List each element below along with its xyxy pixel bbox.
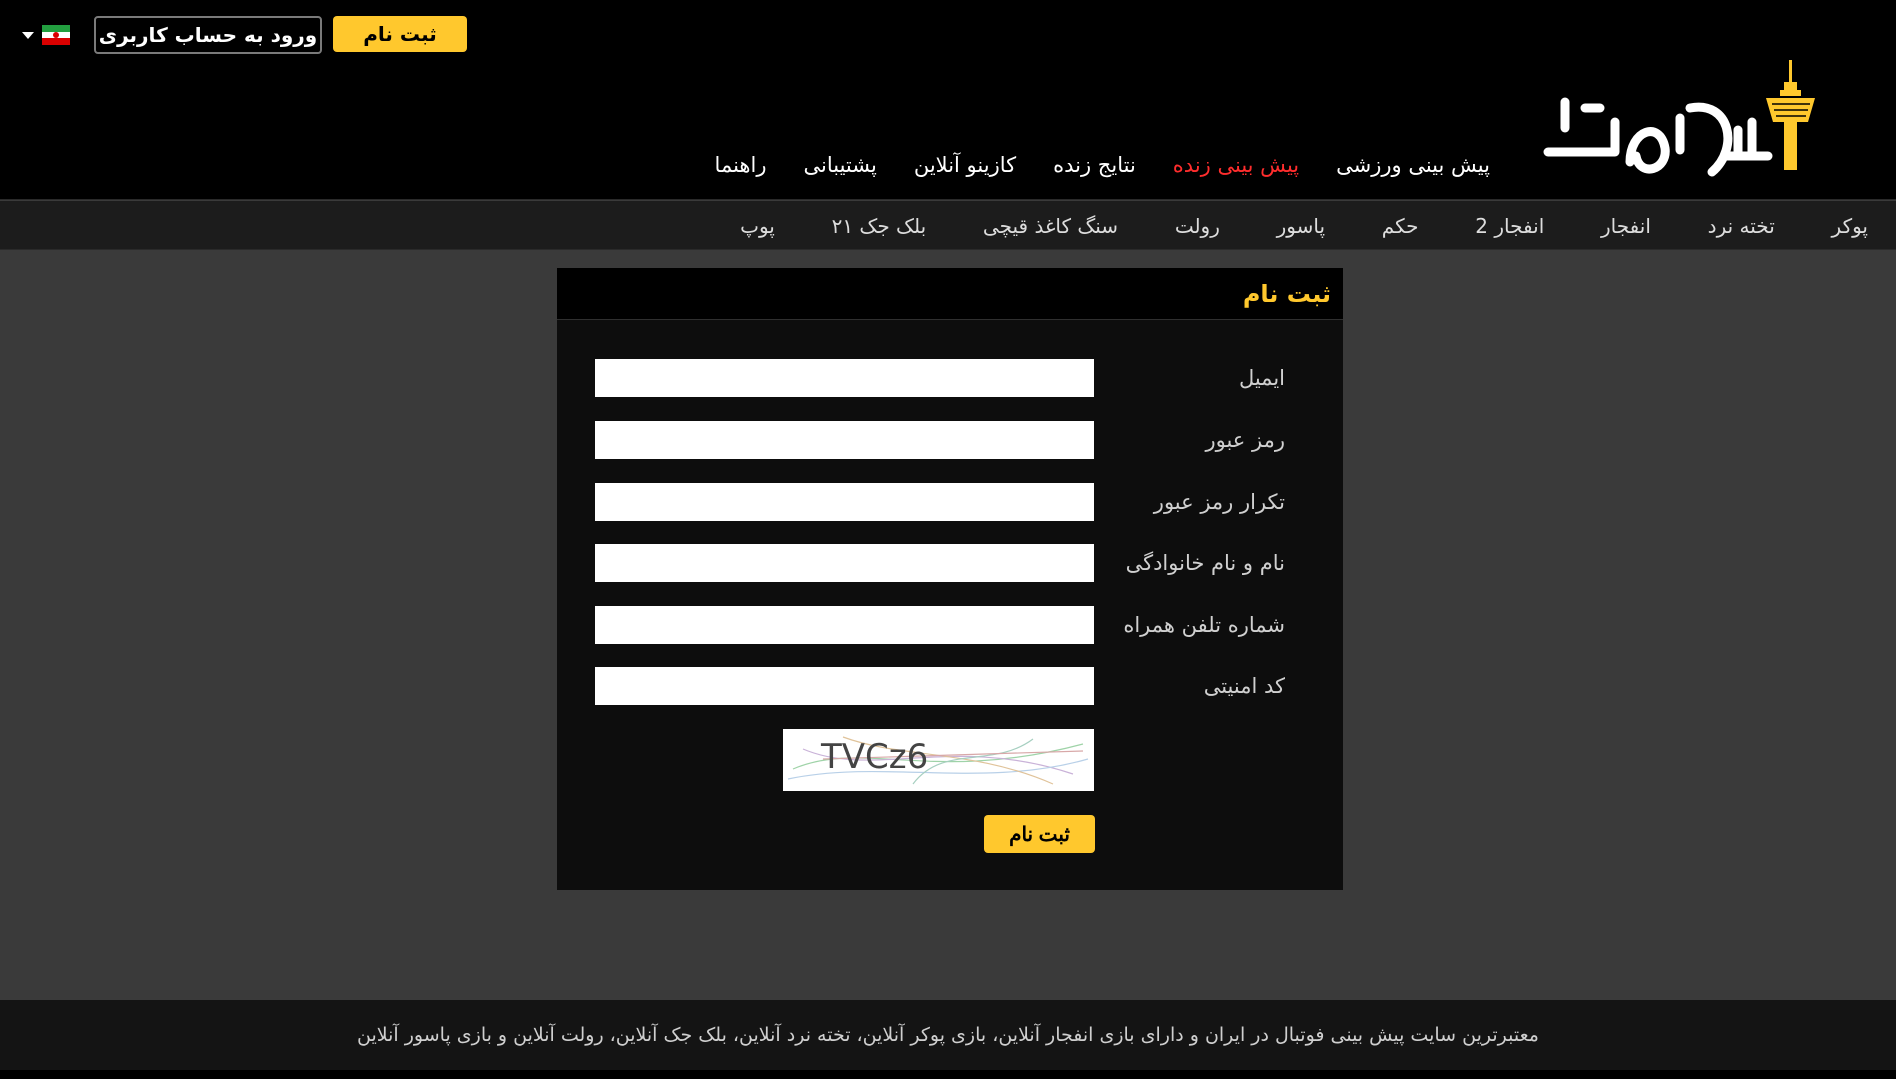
nav-online-casino[interactable]: کازینو آنلاین (914, 153, 1016, 177)
site-header: ورود به حساب کاربری ثبت نام پیش بینی ورز… (0, 0, 1896, 200)
games-nav-item-rock-paper-scissors[interactable]: سنگ کاغذ قیچی (983, 214, 1118, 238)
phone-field[interactable] (595, 606, 1094, 644)
confirm-password-label: تکرار رمز عبور (1153, 490, 1285, 514)
bottom-strip (0, 1070, 1896, 1079)
email-label: ایمیل (1238, 366, 1285, 390)
password-field[interactable] (595, 421, 1094, 459)
panel-title: ثبت نام (1242, 279, 1331, 308)
captcha-image[interactable]: TVCz6 (783, 729, 1094, 791)
fullname-field[interactable] (595, 544, 1094, 582)
confirm-password-row: تکرار رمز عبور (595, 483, 1285, 521)
games-nav-item-crash[interactable]: انفجار (1601, 214, 1651, 238)
games-nav-item-blackjack[interactable]: بلک جک ۲۱ (832, 214, 927, 238)
iran-flag-icon (42, 25, 70, 46)
nav-sports-prediction[interactable]: پیش بینی ورزشی (1336, 153, 1490, 177)
games-nav-item-roulette[interactable]: رولت (1175, 214, 1220, 238)
main-nav: پیش بینی ورزشی پیش بینی زنده نتایج زنده … (715, 147, 1490, 183)
password-label: رمز عبور (1205, 428, 1285, 452)
register-button[interactable]: ثبت نام (333, 16, 467, 52)
nav-live-results[interactable]: نتایج زنده (1053, 153, 1136, 177)
logo-graphic (1543, 60, 1815, 177)
games-nav-item-pasur[interactable]: پاسور (1277, 214, 1325, 238)
site-footer: معتبرترین سایت پیش بینی فوتبال در ایران … (0, 1000, 1896, 1070)
email-field[interactable] (595, 359, 1094, 397)
phone-row: شماره تلفن همراه (595, 606, 1285, 644)
language-selector[interactable] (22, 24, 78, 46)
nav-guide[interactable]: راهنما (715, 153, 767, 177)
fullname-label: نام و نام خانوادگی (1125, 551, 1285, 575)
register-panel: ثبت نام ایمیل رمز عبور تکرار رمز عبور نا… (557, 268, 1343, 890)
games-nav-item-backgammon[interactable]: تخته نرد (1708, 214, 1775, 238)
fullname-row: نام و نام خانوادگی (595, 544, 1285, 582)
email-row: ایمیل (595, 359, 1285, 397)
captcha-graphic: TVCz6 (787, 736, 1089, 785)
games-nav-item-pop[interactable]: پوپ (740, 214, 775, 238)
panel-header: ثبت نام (557, 268, 1343, 320)
games-nav: پوکر تخته نرد انفجار انفجار 2 حکم پاسور … (0, 201, 1896, 250)
security-code-row: کد امنیتی (595, 667, 1285, 705)
phone-label: شماره تلفن همراه (1123, 613, 1285, 637)
captcha-text: TVCz6 (820, 737, 928, 777)
footer-text: معتبرترین سایت پیش بینی فوتبال در ایران … (357, 1024, 1539, 1046)
caret-down-icon (22, 31, 34, 39)
security-code-field[interactable] (595, 667, 1094, 705)
password-row: رمز عبور (595, 421, 1285, 459)
login-button[interactable]: ورود به حساب کاربری (94, 16, 322, 54)
submit-register-button[interactable]: ثبت نام (984, 815, 1095, 853)
games-nav-item-crash-2[interactable]: انفجار 2 (1475, 214, 1544, 238)
security-code-label: کد امنیتی (1203, 674, 1285, 698)
games-nav-item-poker[interactable]: پوکر (1832, 214, 1868, 238)
nav-live-prediction[interactable]: پیش بینی زنده (1173, 153, 1299, 177)
nav-support[interactable]: پشتیبانی (803, 153, 876, 177)
confirm-password-field[interactable] (595, 483, 1094, 521)
site-logo[interactable] (1540, 60, 1840, 190)
games-nav-item-hokm[interactable]: حکم (1382, 214, 1419, 238)
